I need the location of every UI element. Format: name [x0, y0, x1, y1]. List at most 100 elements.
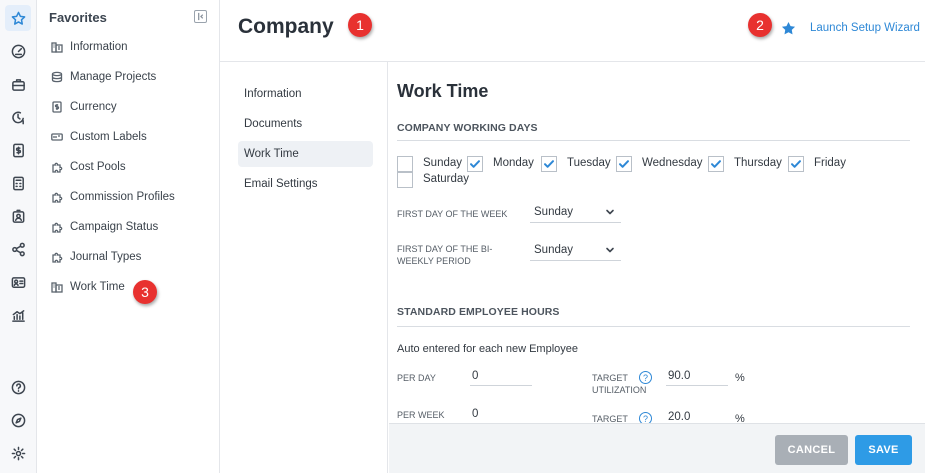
subnav-item-documents[interactable]: Documents — [238, 111, 373, 137]
wednesday-checkbox[interactable] — [616, 156, 632, 172]
calculator-icon[interactable] — [5, 170, 31, 196]
monday-checkbox[interactable] — [467, 156, 483, 172]
checkmark-icon — [791, 160, 801, 168]
favorite-item-commission-profiles[interactable]: Commission Profiles — [51, 188, 175, 206]
cancel-button[interactable]: CANCEL — [775, 435, 848, 465]
favorite-item-label: Information — [70, 41, 128, 53]
help-icon[interactable]: ? — [639, 371, 652, 384]
icon-rail — [0, 0, 37, 473]
compass-dial-icon[interactable] — [5, 38, 31, 64]
select-value: Sunday — [534, 205, 574, 218]
day-label: Friday — [814, 157, 846, 169]
work-time-title: Work Time — [397, 81, 489, 101]
checkmark-icon — [711, 160, 721, 168]
annotation-badge-1: 1 — [348, 13, 372, 37]
favorite-item-journal-types[interactable]: Journal Types — [51, 248, 141, 266]
chevron-down-icon — [605, 207, 615, 217]
favorite-item-campaign-status[interactable]: Campaign Status — [51, 218, 158, 236]
subnav-item-information[interactable]: Information — [238, 81, 373, 107]
puzzle-icon — [51, 251, 63, 263]
percent-unit: % — [735, 372, 745, 384]
select-value: Sunday — [534, 243, 574, 256]
label-line: FIRST DAY OF THE BI- — [397, 244, 493, 254]
per-day-input[interactable]: 0 — [470, 366, 532, 386]
favorite-item-currency[interactable]: Currency — [51, 98, 117, 116]
target-utilization-input[interactable]: 90.0 — [666, 366, 728, 386]
building-icon — [51, 281, 63, 293]
subnav-item-email-settings[interactable]: Email Settings — [238, 171, 373, 197]
favorites-panel: Favorites Information Manage Projects Cu… — [37, 0, 220, 473]
puzzle-icon — [51, 161, 63, 173]
chevron-down-icon — [605, 245, 615, 255]
puzzle-icon — [51, 191, 63, 203]
favorite-item-label: Commission Profiles — [70, 191, 175, 203]
dollar-doc-icon[interactable] — [5, 137, 31, 163]
checkmark-icon — [619, 160, 629, 168]
favorite-item-label: Journal Types — [70, 251, 142, 263]
favorite-item-label: Currency — [70, 101, 117, 113]
annotation-badge-3: 3 — [133, 280, 157, 304]
per-day-label: PER DAY — [397, 373, 436, 383]
first-day-biweekly-select[interactable]: Sunday — [530, 239, 621, 261]
page-title: Company — [238, 15, 334, 38]
day-label: Tuesday — [567, 157, 611, 169]
friday-checkbox[interactable] — [788, 156, 804, 172]
collapse-panel-icon[interactable] — [194, 10, 207, 23]
annotation-badge-2: 2 — [748, 13, 772, 37]
per-week-label: PER WEEK — [397, 410, 445, 420]
share-nodes-icon[interactable] — [5, 236, 31, 262]
favorite-item-label: Campaign Status — [70, 221, 159, 233]
database-icon — [51, 71, 63, 83]
label-line: WEEKLY PERIOD — [397, 256, 471, 266]
sunday-checkbox[interactable] — [397, 156, 413, 172]
favorite-item-label: Work Time — [70, 281, 125, 293]
favorite-item-label: Custom Labels — [70, 131, 147, 143]
day-label: Thursday — [734, 157, 782, 169]
favorite-item-information[interactable]: Information — [51, 38, 128, 56]
clock-dollar-icon[interactable] — [5, 104, 31, 130]
employee-hours-heading: STANDARD EMPLOYEE HOURS — [397, 306, 560, 318]
tuesday-checkbox[interactable] — [541, 156, 557, 172]
day-label: Monday — [493, 157, 534, 169]
thursday-checkbox[interactable] — [708, 156, 724, 172]
section-divider — [397, 326, 910, 327]
company-subnav: Information Documents Work Time Email Se… — [220, 62, 388, 473]
subnav-item-work-time[interactable]: Work Time — [238, 141, 373, 167]
id-badge-icon[interactable] — [5, 203, 31, 229]
first-day-biweekly-label: FIRST DAY OF THE BI- WEEKLY PERIOD — [397, 243, 492, 267]
working-days-heading: COMPANY WORKING DAYS — [397, 122, 538, 134]
favorite-item-label: Manage Projects — [70, 71, 157, 83]
saturday-checkbox[interactable] — [397, 172, 413, 188]
favorite-item-manage-projects[interactable]: Manage Projects — [51, 68, 156, 86]
per-week-input[interactable]: 0 — [470, 404, 532, 424]
favorite-item-cost-pools[interactable]: Cost Pools — [51, 158, 126, 176]
day-label: Sunday — [423, 157, 463, 169]
launch-setup-wizard-link[interactable]: Launch Setup Wizard — [810, 22, 920, 34]
currency-doc-icon — [51, 101, 63, 113]
help-circle-icon[interactable] — [5, 374, 31, 400]
day-label: Saturday — [423, 173, 470, 185]
first-day-week-select[interactable]: Sunday — [530, 201, 621, 223]
checkmark-icon — [470, 160, 480, 168]
day-label: Wednesday — [642, 157, 703, 169]
favorite-item-work-time[interactable]: Work Time — [51, 278, 125, 296]
star-icon[interactable] — [5, 5, 31, 31]
analytics-icon[interactable] — [5, 302, 31, 328]
save-button[interactable]: SAVE — [855, 435, 912, 465]
favorite-item-label: Cost Pools — [70, 161, 126, 173]
favorite-star-icon[interactable] — [781, 21, 796, 36]
briefcase-icon[interactable] — [5, 71, 31, 97]
auto-entered-text: Auto entered for each new Employee — [397, 343, 579, 355]
label-tag-icon — [51, 131, 63, 143]
first-day-week-label: FIRST DAY OF THE WEEK — [397, 209, 508, 219]
contact-card-icon[interactable] — [5, 269, 31, 295]
puzzle-icon — [51, 221, 63, 233]
section-divider — [397, 140, 910, 141]
compass-icon[interactable] — [5, 407, 31, 433]
building-icon — [51, 41, 63, 53]
settings-gear-icon[interactable] — [5, 440, 31, 466]
favorites-title: Favorites — [49, 10, 107, 25]
favorite-item-custom-labels[interactable]: Custom Labels — [51, 128, 147, 146]
checkmark-icon — [544, 160, 554, 168]
label-line: UTILIZATION — [592, 385, 647, 395]
